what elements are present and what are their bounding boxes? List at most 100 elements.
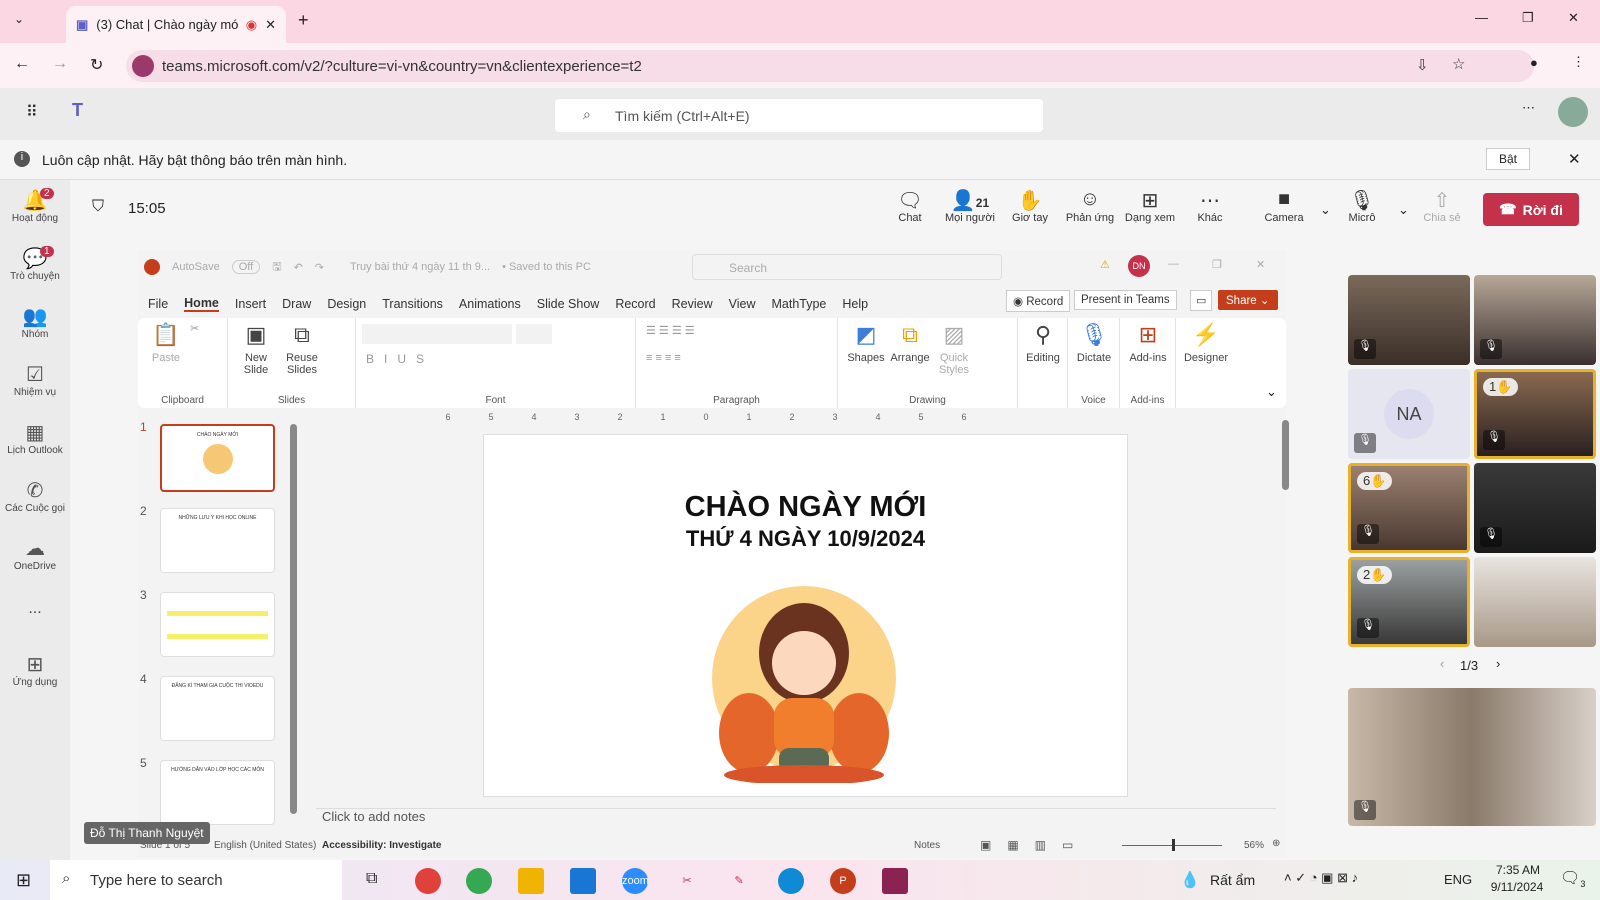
- input-language[interactable]: ENG: [1444, 872, 1472, 887]
- saved-status[interactable]: • Saved to this PC: [502, 261, 591, 273]
- task-view-icon[interactable]: ⧉: [366, 870, 377, 888]
- slide-canvas[interactable]: CHÀO NGÀY MỚI THỨ 4 NGÀY 10/9/2024: [483, 434, 1128, 797]
- video-tile[interactable]: 6✋ 🎙: [1348, 463, 1470, 553]
- forward-icon[interactable]: →: [52, 55, 68, 73]
- user-avatar[interactable]: DN: [1128, 255, 1150, 277]
- rail-activity[interactable]: 🔔 Hoạt động 2: [0, 188, 70, 224]
- rail-calendar[interactable]: ▦ Lịch Outlook: [0, 420, 70, 456]
- fit-slide-icon[interactable]: ⊕: [1272, 838, 1280, 849]
- align-icons[interactable]: ≡ ≡ ≡ ≡: [646, 352, 681, 364]
- video-tile[interactable]: 🎙: [1474, 275, 1596, 365]
- tab-record[interactable]: Record: [615, 297, 655, 311]
- video-tile[interactable]: NA 🎙: [1348, 369, 1470, 459]
- rail-tasks[interactable]: ☑ Nhiệm vụ: [0, 362, 70, 398]
- tab-draw[interactable]: Draw: [282, 297, 311, 311]
- record-button[interactable]: ◉ Record: [1006, 290, 1071, 312]
- reuse-slides-button[interactable]: ⧉ Reuse Slides: [278, 322, 326, 376]
- next-page-icon[interactable]: ›: [1496, 656, 1500, 671]
- prev-page-icon[interactable]: ‹: [1440, 656, 1444, 671]
- view-button[interactable]: ⊞ Dạng xem: [1122, 188, 1178, 224]
- rail-chat[interactable]: 💬 Trò chuyện 1: [0, 246, 70, 282]
- raise-hand-button[interactable]: ✋ Giơ tay: [1002, 188, 1058, 224]
- new-slide-button[interactable]: ▣ New Slide: [232, 322, 280, 376]
- winrar-icon[interactable]: [882, 868, 908, 894]
- paste-button[interactable]: 📋 Paste: [142, 322, 190, 364]
- taskbar-search-input[interactable]: ⌕ Type here to search: [50, 860, 342, 900]
- more-options-icon[interactable]: ⋯: [1522, 100, 1535, 116]
- back-icon[interactable]: ←: [14, 55, 30, 73]
- slide-thumbnail-1[interactable]: CHÀO NGÀY MỚI: [160, 424, 275, 492]
- mail-icon[interactable]: [570, 868, 596, 894]
- ppt-restore-icon[interactable]: ❐: [1212, 258, 1222, 271]
- rail-apps[interactable]: ⊞ Ứng dụng: [0, 652, 70, 688]
- mic-button[interactable]: 🎙 Micrô: [1334, 188, 1390, 224]
- font-size-select[interactable]: [516, 324, 552, 344]
- rail-teams[interactable]: 👥 Nhóm: [0, 304, 70, 340]
- tab-slide-show[interactable]: Slide Show: [537, 297, 600, 311]
- slide-thumbnail-5[interactable]: HƯỚNG DẪN VÀO LỚP HỌC CÁC MÔN: [160, 760, 275, 825]
- restore-icon[interactable]: ❐: [1522, 10, 1534, 26]
- address-bar[interactable]: teams.microsoft.com/v2/?culture=vi-vn&co…: [126, 50, 1534, 82]
- notes-button[interactable]: Notes: [914, 840, 940, 851]
- enable-notifications-button[interactable]: Bật: [1486, 148, 1531, 170]
- language[interactable]: English (United States): [214, 840, 316, 851]
- paint-icon[interactable]: ✎: [726, 868, 752, 894]
- slide-thumbnail-2[interactable]: NHỮNG LƯU Ý KHI HỌC ONLINE: [160, 508, 275, 573]
- user-avatar[interactable]: [1558, 97, 1588, 127]
- new-tab-icon[interactable]: +: [298, 10, 309, 31]
- arrange-button[interactable]: ⧉ Arrange: [886, 322, 934, 364]
- snipping-tool-icon[interactable]: ✂: [674, 868, 700, 894]
- ppt-close-icon[interactable]: ✕: [1256, 258, 1265, 271]
- react-button[interactable]: ☺ Phản ứng: [1062, 188, 1118, 224]
- camera-button[interactable]: ■ Camera: [1256, 188, 1312, 224]
- notes-input[interactable]: Click to add notes: [316, 808, 1276, 830]
- notifications-icon[interactable]: 🗨3: [1560, 868, 1585, 889]
- view-buttons[interactable]: ▣▦▥▭: [980, 838, 1089, 852]
- tab-help[interactable]: Help: [842, 297, 868, 311]
- powerpoint-icon[interactable]: P: [830, 868, 856, 894]
- windows-start-icon[interactable]: ⊞: [16, 870, 31, 891]
- weather-text[interactable]: Rất ẩm: [1210, 872, 1255, 888]
- zoom-slider-thumb[interactable]: [1172, 839, 1175, 851]
- chrome-profile-icon[interactable]: [466, 868, 492, 894]
- zoom-level[interactable]: 56%: [1244, 840, 1264, 851]
- tab-home[interactable]: Home: [184, 296, 219, 312]
- video-tile[interactable]: 1✋ 🎙: [1474, 369, 1596, 459]
- file-explorer-icon[interactable]: [518, 868, 544, 894]
- video-tile[interactable]: 2✋ 🎙: [1348, 557, 1470, 647]
- reload-icon[interactable]: ↻: [90, 55, 103, 75]
- clock-date[interactable]: 9/11/2024: [1484, 880, 1550, 894]
- addins-button[interactable]: ⊞ Add-ins: [1124, 322, 1172, 364]
- clock-time[interactable]: 7:35 AM: [1490, 863, 1546, 877]
- profile-icon[interactable]: ●: [1530, 55, 1538, 70]
- collapse-ribbon-icon[interactable]: ⌄: [1266, 384, 1277, 400]
- tab-insert[interactable]: Insert: [235, 297, 266, 311]
- rail-calls[interactable]: ✆ Các Cuộc gọi: [0, 478, 70, 514]
- tab-design[interactable]: Design: [327, 297, 366, 311]
- comments-icon[interactable]: ▭: [1190, 290, 1213, 311]
- tab-list-chevron-icon[interactable]: ⌄: [14, 12, 24, 26]
- rail-more[interactable]: ...: [0, 600, 70, 618]
- designer-button[interactable]: ⚡ Designer: [1182, 322, 1230, 364]
- minimize-icon[interactable]: —: [1475, 10, 1488, 25]
- thumbnails-scrollbar[interactable]: [290, 424, 297, 814]
- zoom-icon[interactable]: zoom: [622, 868, 649, 894]
- save-icon[interactable]: 🖫: [272, 258, 281, 277]
- bullets-icon[interactable]: ☰ ☰ ☰ ☰: [646, 324, 695, 337]
- accessibility-button[interactable]: Accessibility: Investigate: [322, 840, 442, 851]
- video-tile[interactable]: 🎙: [1474, 463, 1596, 553]
- ppt-minimize-icon[interactable]: —: [1168, 258, 1179, 270]
- tab-mathtype[interactable]: MathType: [771, 297, 826, 311]
- chat-button[interactable]: 🗨 Chat: [882, 188, 938, 224]
- tab-file[interactable]: File: [148, 297, 168, 311]
- slide-thumbnail-4[interactable]: ĐĂNG KÍ THAM GIA CUỘC THI VIOEDU: [160, 676, 275, 741]
- share-button[interactable]: Share ⌄: [1218, 290, 1278, 310]
- more-button[interactable]: ⋯ Khác: [1182, 188, 1238, 224]
- redo-icon[interactable]: ↷: [315, 261, 324, 274]
- people-button[interactable]: 👤21 Mọi người: [942, 188, 998, 224]
- tab-transitions[interactable]: Transitions: [382, 297, 443, 311]
- video-tile[interactable]: [1474, 557, 1596, 647]
- font-format-buttons[interactable]: BIUS: [366, 352, 434, 366]
- slide-thumbnail-3[interactable]: [160, 592, 275, 657]
- editing-button[interactable]: ⚲ Editing: [1019, 322, 1067, 364]
